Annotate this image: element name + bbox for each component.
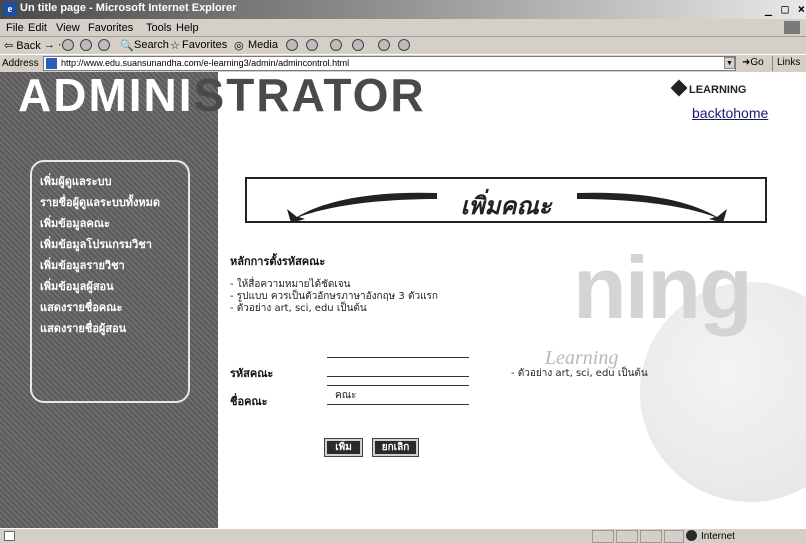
rules-list: - ให้สื่อความหมายได้ชัดเจน - รูปแบบ ควรเ… bbox=[230, 279, 438, 315]
admin-banner: ADMINISTRATOR bbox=[18, 72, 426, 122]
rules-title: หลักการตั้งรหัสคณะ bbox=[230, 255, 326, 268]
ie-logo-icon: e bbox=[3, 2, 17, 16]
go-label: Go bbox=[750, 57, 764, 68]
address-label: Address bbox=[2, 58, 39, 69]
stop-icon[interactable] bbox=[62, 39, 74, 51]
menu-item-faculty-list[interactable]: แสดงรายชื่อคณะ bbox=[40, 298, 180, 319]
faculty-name-label: ชื่อคณะ bbox=[230, 395, 268, 408]
faculty-code-hint: - ตัวอย่าง art, sci, edu เป็นต้น bbox=[511, 368, 648, 379]
status-cell bbox=[640, 530, 662, 543]
rule-item: - ให้สื่อความหมายได้ชัดเจน bbox=[230, 279, 351, 290]
address-dropdown-icon[interactable]: ▼ bbox=[724, 57, 735, 69]
brand-text: LEARNING bbox=[689, 84, 747, 96]
address-input[interactable]: http://www.edu.suansunandha.com/e-learni… bbox=[43, 56, 736, 71]
menu-item-admin-list[interactable]: รายชื่อผู้ดูแลระบบทั้งหมด bbox=[40, 193, 180, 214]
page-title: เพิ่มคณะ bbox=[460, 194, 552, 220]
status-cell bbox=[664, 530, 684, 543]
globe-icon bbox=[686, 530, 697, 541]
status-cell bbox=[616, 530, 638, 543]
watermark-text: ning bbox=[573, 238, 753, 337]
history-icon[interactable] bbox=[286, 39, 298, 51]
faculty-code-input[interactable] bbox=[327, 357, 469, 377]
toolbar: ⇦ Back → · 🔍 Search ☆ Favorites ◎ Media bbox=[0, 37, 806, 53]
window-controls[interactable]: _ □ × bbox=[765, 2, 806, 16]
messenger-icon[interactable] bbox=[398, 39, 410, 51]
faculty-name-input[interactable] bbox=[327, 385, 469, 405]
menu-item-instructor-list[interactable]: แสดงรายชื่อผู้สอน bbox=[40, 319, 180, 340]
zone-label: Internet bbox=[701, 531, 735, 542]
browser-window: e Un title page - Microsoft Internet Exp… bbox=[0, 0, 806, 543]
menu-item-add-instructor[interactable]: เพิ่มข้อมูลผู้สอน bbox=[40, 277, 180, 298]
links-button[interactable]: Links bbox=[772, 56, 806, 71]
section-header: เพิ่มคณะ bbox=[245, 177, 767, 223]
faculty-code-label: รหัสคณะ bbox=[230, 367, 274, 380]
windows-flag-icon bbox=[784, 21, 800, 34]
menu-item-add-faculty[interactable]: เพิ่มข้อมูลคณะ bbox=[40, 214, 180, 235]
discuss-icon[interactable] bbox=[378, 39, 390, 51]
page-content: ning Learning ADMINISTRATOR LEARNING bac… bbox=[0, 72, 806, 528]
security-zone: Internet bbox=[686, 530, 735, 543]
media-icon[interactable]: ◎ bbox=[234, 39, 244, 52]
add-button[interactable]: เพิ่ม bbox=[324, 438, 363, 457]
status-cell bbox=[592, 530, 614, 543]
menu-file[interactable]: File bbox=[6, 22, 24, 34]
search-icon[interactable]: 🔍 bbox=[120, 39, 134, 52]
menu-edit[interactable]: Edit bbox=[28, 22, 47, 34]
banner-left: ADMINI bbox=[18, 72, 194, 121]
forward-button[interactable]: → · bbox=[44, 39, 62, 51]
favorites-button[interactable]: Favorites bbox=[182, 39, 227, 51]
window-title: Un title page - Microsoft Internet Explo… bbox=[20, 2, 237, 14]
banner-right: STRATOR bbox=[193, 72, 426, 121]
menu-item-add-admin[interactable]: เพิ่มผู้ดูแลระบบ bbox=[40, 172, 180, 193]
status-bar: Internet bbox=[0, 528, 806, 543]
edit-icon[interactable] bbox=[352, 39, 364, 51]
rule-item: - รูปแบบ ควรเป็นตัวอักษรภาษาอังกฤษ 3 ตัว… bbox=[230, 291, 438, 302]
status-page-icon bbox=[4, 531, 15, 541]
go-button[interactable]: ➜Go bbox=[742, 57, 764, 68]
media-button[interactable]: Media bbox=[248, 39, 278, 51]
menu-help[interactable]: Help bbox=[176, 22, 199, 34]
back-to-home-link[interactable]: backtohome bbox=[692, 105, 768, 121]
address-bar: Address http://www.edu.suansunandha.com/… bbox=[0, 54, 806, 71]
cancel-button[interactable]: ยกเลิก bbox=[372, 438, 419, 457]
rule-item: - ตัวอย่าง art, sci, edu เป็นต้น bbox=[230, 303, 367, 314]
back-button[interactable]: ⇦ Back bbox=[4, 39, 41, 52]
title-bar: e Un title page - Microsoft Internet Exp… bbox=[0, 0, 806, 19]
refresh-icon[interactable] bbox=[80, 39, 92, 51]
address-url[interactable]: http://www.edu.suansunandha.com/e-learni… bbox=[61, 58, 349, 68]
mail-icon[interactable] bbox=[306, 39, 318, 51]
menu-item-add-program[interactable]: เพิ่มข้อมูลโปรแกรมวิชา bbox=[40, 235, 180, 256]
watermark: ning Learning bbox=[545, 237, 753, 369]
menu-favorites[interactable]: Favorites bbox=[88, 22, 133, 34]
learning-logo: LEARNING bbox=[670, 79, 747, 97]
search-button[interactable]: Search bbox=[134, 39, 169, 51]
menu-item-add-course[interactable]: เพิ่มข้อมูลรายวิชา bbox=[40, 256, 180, 277]
admin-menu: เพิ่มผู้ดูแลระบบ รายชื่อผู้ดูแลระบบทั้งห… bbox=[30, 160, 190, 403]
diamond-logo-icon bbox=[670, 79, 688, 97]
menu-bar: File Edit View Favorites Tools Help bbox=[0, 19, 806, 37]
menu-tools[interactable]: Tools bbox=[146, 22, 172, 34]
print-icon[interactable] bbox=[330, 39, 342, 51]
page-icon bbox=[46, 58, 57, 69]
favorites-icon[interactable]: ☆ bbox=[170, 39, 180, 52]
menu-view[interactable]: View bbox=[56, 22, 80, 34]
home-icon[interactable] bbox=[98, 39, 110, 51]
